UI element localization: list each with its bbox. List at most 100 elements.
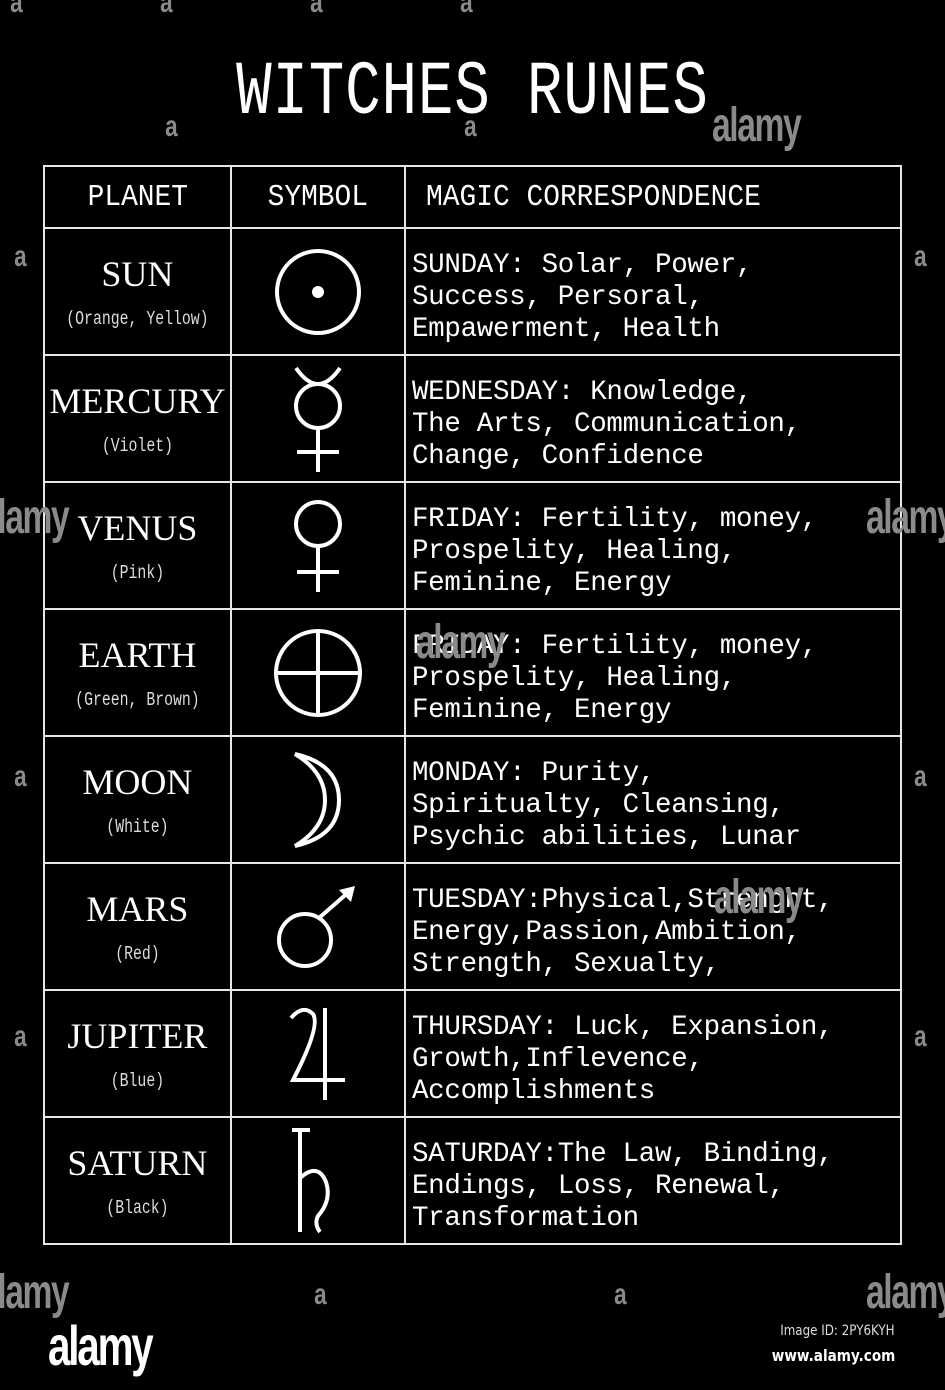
planet-colors: (Blue) (110, 1069, 165, 1092)
watermark-a: a (14, 240, 27, 273)
correspondence-line: Energy,Passion,Ambition, (411, 916, 801, 948)
planet-cell: MERCURY (Violet) (43, 354, 232, 483)
planet-name: MERCURY (49, 380, 226, 421)
planet-cell: VENUS (Pink) (43, 481, 232, 610)
header-symbol: SYMBOL (229, 165, 406, 229)
watermark-a: a (914, 760, 927, 793)
planet-cell: MARS (Red) (43, 862, 232, 991)
watermark-a: a (614, 1278, 627, 1311)
correspondence-line: Change, Confidence (411, 440, 704, 472)
symbol-cell (229, 735, 406, 864)
table-row: MOON (White) MONDAY: Purity, Spiritualty,… (43, 735, 903, 864)
runes-table: PLANET SYMBOL MAGIC CORRESPONDENCE SUN (… (43, 165, 903, 1245)
correspondence-line: TUESDAY:Physical,Strenght, (411, 884, 834, 916)
symbol-cell (229, 481, 406, 610)
planet-colors: (Pink) (110, 561, 165, 584)
venus-symbol-icon (232, 498, 404, 594)
planet-name: MOON (82, 761, 193, 802)
table-row: SATURN (Black) SATURDAY:The Law, Binding… (43, 1116, 903, 1245)
correspondence-cell: SUNDAY: Solar, Power, Success, Persoral, E… (403, 227, 903, 356)
watermark-alamy: alamy (0, 491, 70, 544)
watermark-a: a (914, 240, 927, 273)
planet-cell: JUPITER (Blue) (43, 989, 232, 1118)
correspondence-line: WEDNESDAY: Knowledge, (411, 376, 753, 408)
correspondence-line: Success, Persoral, (411, 281, 704, 313)
correspondence-cell: THURSDAY: Luck, Expansion, Growth,Infleve… (403, 989, 903, 1118)
site-url: www.alamy.com (771, 1346, 895, 1365)
header-planet: PLANET (43, 165, 232, 229)
correspondence-line: Feminine, Energy (411, 567, 672, 599)
symbol-cell (229, 354, 406, 483)
symbol-cell (229, 862, 406, 991)
table-row: MERCURY (Violet) WEDNESDAY: Knowledge, Th… (43, 354, 903, 483)
planet-cell: SATURN (Black) (43, 1116, 232, 1245)
table-row: JUPITER (Blue) THURSDAY: Luck, Expansion… (43, 989, 903, 1118)
correspondence-line: Empawerment, Health (411, 313, 720, 345)
planet-name: SATURN (67, 1142, 208, 1183)
planet-name: VENUS (77, 507, 198, 548)
correspondence-line: FRIDAY: Fertility, money, (411, 503, 818, 535)
planet-name: EARTH (78, 634, 197, 675)
correspondence-cell: FRIDAY: Fertility, money, Prospelity, Hea… (403, 481, 903, 610)
sun-symbol-icon (232, 242, 404, 342)
image-id: Image ID: 2PY6KYH (780, 1323, 895, 1339)
watermark-a: a (464, 110, 477, 143)
correspondence-line: Accomplishments (411, 1075, 656, 1107)
table-header-row: PLANET SYMBOL MAGIC CORRESPONDENCE (43, 165, 903, 229)
mercury-symbol-icon (232, 364, 404, 474)
mars-symbol-icon (232, 882, 404, 972)
table-row: VENUS (Pink) FRIDAY: Fertility, money, Pr… (43, 481, 903, 610)
correspondence-line: MONDAY: Purity, (411, 757, 656, 789)
planet-cell: SUN (Orange, Yellow) (43, 227, 232, 356)
watermark-alamy: alamy (866, 491, 945, 544)
correspondence-cell: WEDNESDAY: Knowledge, The Arts, Communica… (403, 354, 903, 483)
watermark-a: a (14, 760, 27, 793)
watermark-a: a (460, 0, 473, 19)
correspondence-line: SUNDAY: Solar, Power, (411, 249, 753, 281)
correspondence-cell: SATURDAY:The Law, Binding, Endings, Loss,… (403, 1116, 903, 1245)
moon-symbol-icon (232, 750, 404, 850)
table-row: SUN (Orange, Yellow) SUNDAY: Solar, Powe… (43, 227, 903, 356)
planet-colors: (Orange, Yellow) (66, 307, 209, 330)
symbol-cell (229, 608, 406, 737)
correspondence-cell: TUESDAY:Physical,Strenght, Energy,Passion… (403, 862, 903, 991)
correspondence-line: Prospelity, Healing, (411, 535, 737, 567)
correspondence-line: Growth,Inflevence, (411, 1043, 704, 1075)
planet-name: JUPITER (67, 1015, 208, 1056)
correspondence-line: Feminine, Energy (411, 694, 672, 726)
watermark-a: a (165, 110, 178, 143)
watermark-a: a (14, 1020, 27, 1053)
watermark-a: a (314, 1278, 327, 1311)
correspondence-line: Transformation (411, 1202, 639, 1234)
symbol-cell (229, 227, 406, 356)
correspondence-line: Spiritualty, Cleansing, (411, 789, 785, 821)
planet-colors: (Black) (106, 1196, 169, 1219)
correspondence-line: THURSDAY: Luck, Expansion, (411, 1011, 834, 1043)
watermark-alamy: alamy (0, 1266, 70, 1319)
correspondence-cell: MONDAY: Purity, Spiritualty, Cleansing, Ps… (403, 735, 903, 864)
watermark-alamy: alamy (416, 616, 506, 669)
alamy-logo: alamy (48, 1314, 154, 1377)
planet-colors: (Green, Brown) (75, 688, 200, 711)
watermark-alamy: alamy (714, 871, 804, 924)
saturn-symbol-icon (232, 1126, 404, 1236)
header-correspondence: MAGIC CORRESPONDENCE (403, 165, 903, 229)
symbol-cell (229, 1116, 406, 1245)
correspondence-line: Psychic abilities, Lunar (411, 821, 801, 853)
jupiter-symbol-icon (232, 1004, 404, 1104)
watermark-a: a (10, 0, 23, 19)
planet-name: MARS (86, 888, 189, 929)
planet-colors: (White) (106, 815, 169, 838)
planet-cell: MOON (White) (43, 735, 232, 864)
correspondence-line: Strength, Sexualty, (411, 948, 720, 980)
correspondence-line: Endings, Loss, Renewal, (411, 1170, 785, 1202)
symbol-cell (229, 989, 406, 1118)
earth-symbol-icon (232, 623, 404, 723)
planet-cell: EARTH (Green, Brown) (43, 608, 232, 737)
planet-colors: (Violet) (101, 434, 173, 457)
correspondence-line: The Arts, Communication, (411, 408, 801, 440)
planet-name: SUN (101, 253, 174, 294)
watermark-a: a (160, 0, 173, 19)
watermark-a: a (914, 1020, 927, 1053)
watermark-alamy: alamy (866, 1266, 945, 1319)
